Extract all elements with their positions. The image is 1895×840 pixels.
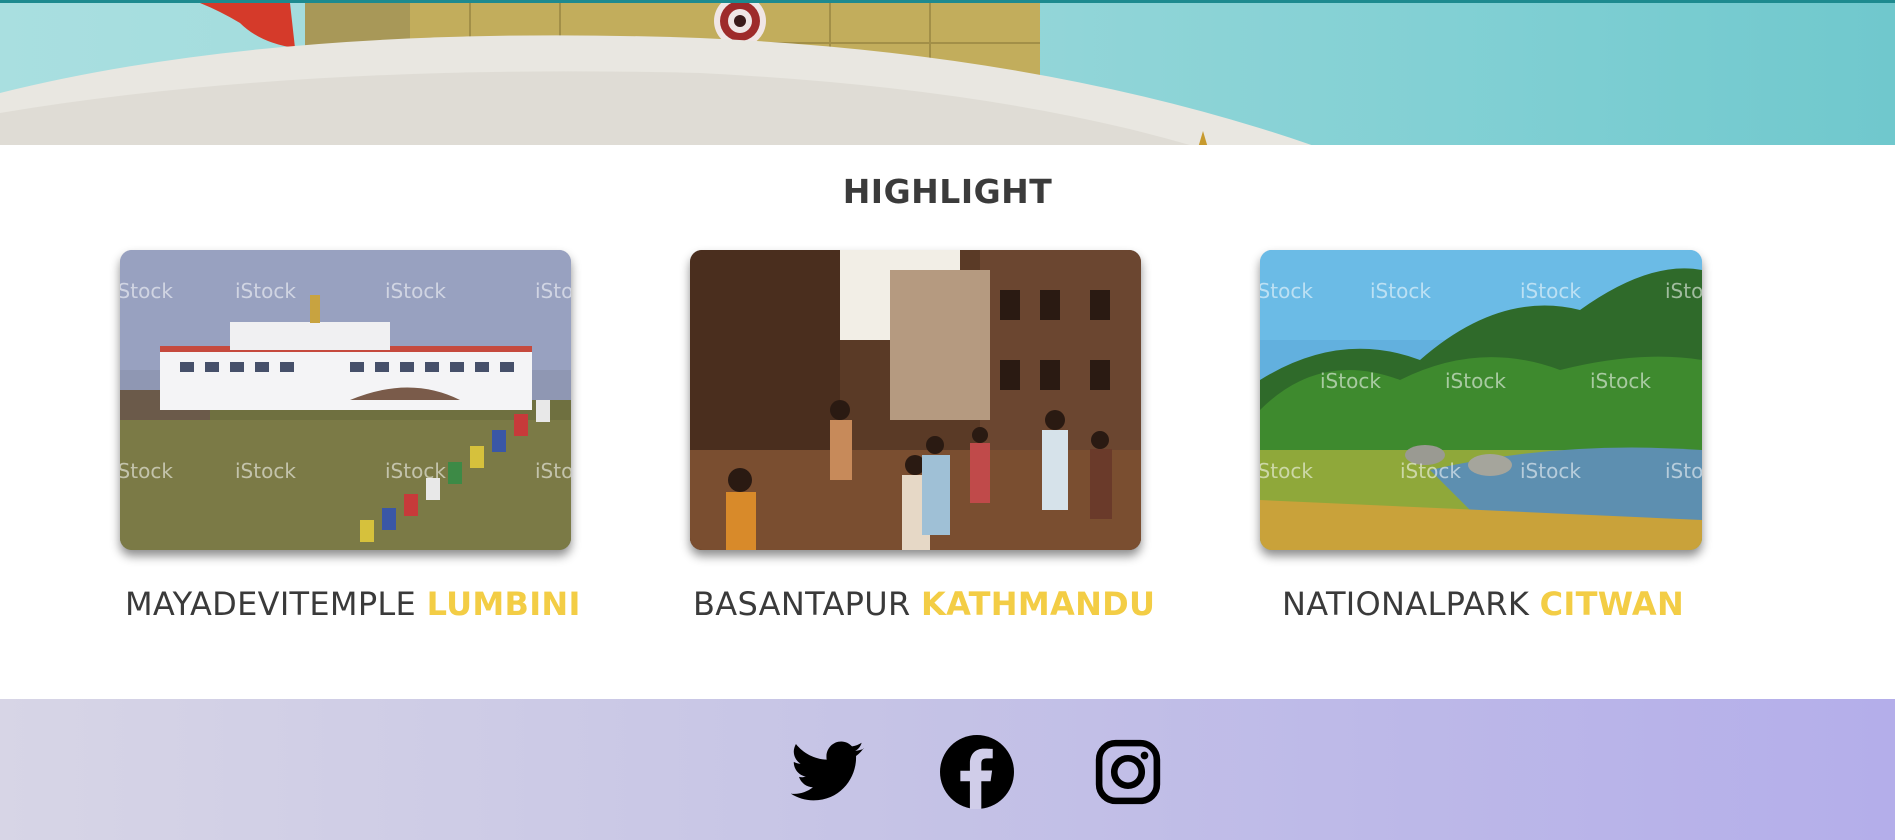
card-caption-name: NATIONALPARK [1282, 585, 1530, 623]
istock-watermark: iStock [535, 459, 571, 483]
istock-watermark: iStock [235, 459, 296, 483]
istock-watermark: iStock [1320, 369, 1381, 393]
highlight-card-mayadevi[interactable]: iStock iStock iStock iStock iStock iStoc… [120, 250, 580, 623]
istock-watermark: iStock [1400, 459, 1461, 483]
card-caption: BASANTAPUR KATHMANDU [693, 585, 1155, 623]
istock-watermark: iStock [235, 279, 296, 303]
facebook-link[interactable] [940, 735, 1014, 809]
card-caption-place: KATHMANDU [920, 585, 1156, 623]
highlight-card-basantapur[interactable]: BASANTAPUR KATHMANDU [690, 250, 1155, 623]
istock-watermark: iStock [1590, 369, 1651, 393]
istock-watermark: iStock [1520, 279, 1581, 303]
istock-watermark: iStock [1445, 369, 1506, 393]
instagram-link[interactable] [1094, 735, 1162, 809]
card-caption: MAYADEVITEMPLE LUMBINI [125, 585, 581, 623]
istock-watermark: iStock [120, 459, 173, 483]
basantapur-square-photo[interactable] [690, 250, 1141, 550]
istock-watermark: iStock [1665, 459, 1702, 483]
istock-watermark: iStock [1370, 279, 1431, 303]
hero-banner-image [0, 0, 1895, 145]
mayadevi-temple-photo[interactable]: iStock iStock iStock iStock iStock iStoc… [120, 250, 571, 550]
national-park-rhino-photo[interactable]: iStock iStock iStock iStock iStock iStoc… [1260, 250, 1702, 550]
highlight-card-nationalpark[interactable]: iStock iStock iStock iStock iStock iStoc… [1260, 250, 1702, 623]
istock-watermark: iStock [385, 459, 446, 483]
istock-watermark: iStock [385, 279, 446, 303]
section-title: HIGHLIGHT [842, 172, 1053, 211]
facebook-icon [940, 735, 1014, 809]
page: HIGHLIGHT Stock iStock iStock iSto Stock… [0, 0, 1895, 840]
istock-watermark: iStock [120, 279, 173, 303]
istock-watermark: iStock [1260, 279, 1313, 303]
instagram-icon [1095, 739, 1161, 805]
twitter-link[interactable] [788, 735, 868, 809]
istock-watermark: iStock [1260, 459, 1313, 483]
card-caption-place: CITWAN [1539, 585, 1685, 623]
card-caption-place: LUMBINI [426, 585, 581, 623]
card-caption-name: BASANTAPUR [693, 585, 911, 623]
istock-watermark: iStock [1665, 279, 1702, 303]
istock-watermark: iStock [1520, 459, 1581, 483]
card-caption-name: MAYADEVITEMPLE [125, 585, 417, 623]
istock-watermark: iStock [535, 279, 571, 303]
twitter-icon [791, 741, 864, 801]
card-caption: NATIONALPARK CITWAN [1282, 585, 1684, 623]
